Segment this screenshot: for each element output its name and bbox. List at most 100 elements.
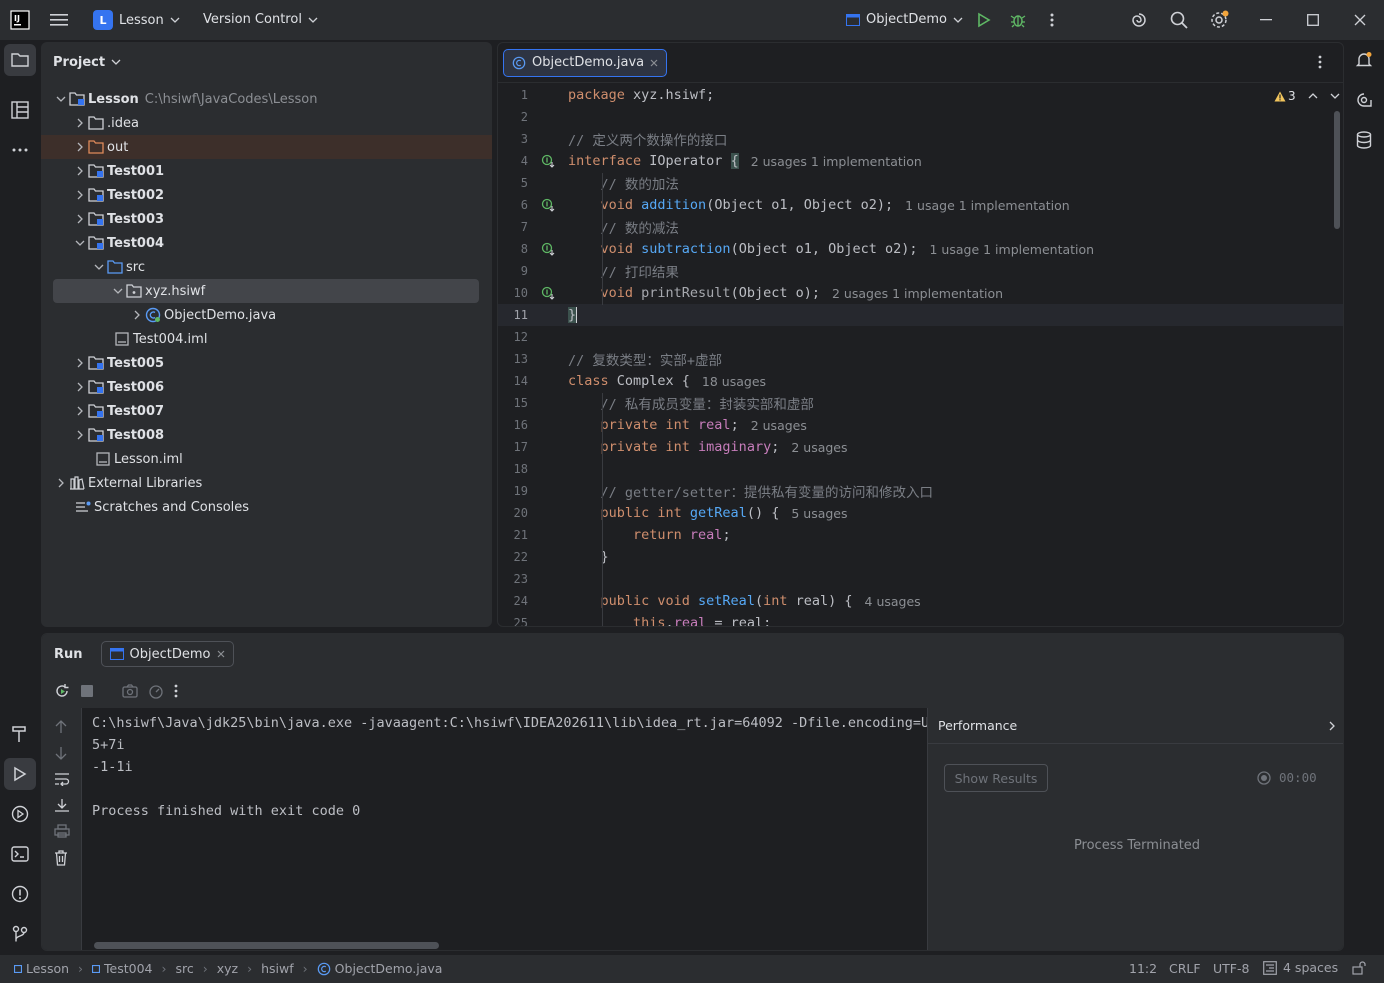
console-scrollbar[interactable] — [94, 942, 439, 949]
problems-tool-button[interactable] — [4, 878, 36, 910]
usage-hint[interactable]: 5 usages — [791, 506, 847, 521]
indent-settings[interactable]: 4 spaces — [1263, 960, 1338, 975]
chevron-right-icon[interactable] — [72, 427, 88, 443]
rerun-icon[interactable] — [54, 683, 70, 699]
tree-item-test002[interactable]: Test002 — [41, 183, 492, 207]
run-tab-objectdemo[interactable]: ObjectDemo — [100, 641, 234, 667]
chevron-right-icon[interactable] — [72, 379, 88, 395]
services-tool-button[interactable] — [4, 798, 36, 830]
tree-item-test004-iml[interactable]: Test004.iml — [41, 327, 492, 351]
stop-icon[interactable] — [80, 684, 94, 698]
tree-item-lesson-iml[interactable]: Lesson.iml — [41, 447, 492, 471]
code-line[interactable]: 21 return real; — [498, 524, 1343, 546]
tree-item-package[interactable]: xyz.hsiwf — [53, 279, 479, 303]
usage-hint[interactable]: 2 usages 1 implementation — [832, 286, 1003, 301]
breadcrumb-item[interactable]: hsiwf — [261, 961, 294, 976]
code-line[interactable]: 14 class Complex { 18 usages — [498, 370, 1343, 392]
chevron-down-icon[interactable] — [91, 259, 107, 275]
code-line[interactable]: 13 // 复数类型：实部+虚部 — [498, 348, 1343, 370]
tree-item-idea[interactable]: .idea — [41, 111, 492, 135]
usage-hint[interactable]: 2 usages — [791, 440, 847, 455]
breadcrumb-item[interactable]: Lesson — [14, 961, 69, 976]
code-line[interactable]: 24 public void setReal(int real) { 4 usa… — [498, 590, 1343, 612]
code-line[interactable]: 17 private int imaginary; 2 usages — [498, 436, 1343, 458]
tree-item-test006[interactable]: Test006 — [41, 375, 492, 399]
code-line[interactable]: 23 — [498, 568, 1343, 590]
code-line[interactable]: 15 // 私有成员变量：封装实部和虚部 — [498, 392, 1343, 414]
project-tool-button[interactable] — [4, 44, 36, 76]
close-icon[interactable] — [650, 59, 658, 67]
code-line[interactable]: 18 — [498, 458, 1343, 480]
tree-item-objectdemo[interactable]: ObjectDemo.java — [41, 303, 492, 327]
code-line[interactable]: 8 void subtraction(Object o1, Object o2)… — [498, 238, 1343, 260]
console-output[interactable]: C:\hsiwf\Java\jdk25\bin\java.exe -javaag… — [92, 712, 927, 822]
maximize-button[interactable] — [1297, 4, 1329, 36]
code-line[interactable]: 25 this.real = real; — [498, 612, 1343, 626]
database-button[interactable] — [1348, 124, 1380, 156]
tree-item-src[interactable]: src — [41, 255, 492, 279]
main-menu-icon[interactable] — [43, 4, 75, 36]
implemented-gutter-icon[interactable] — [528, 286, 568, 300]
build-tool-button[interactable] — [4, 718, 36, 750]
code-line[interactable]: 7 // 数的减法 — [498, 216, 1343, 238]
tree-item-test005[interactable]: Test005 — [41, 351, 492, 375]
tree-item-test001[interactable]: Test001 — [41, 159, 492, 183]
tree-item-test008[interactable]: Test008 — [41, 423, 492, 447]
usage-hint[interactable]: 2 usages — [751, 418, 807, 433]
performance-header[interactable]: Performance — [928, 708, 1343, 744]
usage-hint[interactable]: 2 usages 1 implementation — [751, 154, 922, 169]
structure-tool-button[interactable] — [4, 94, 36, 126]
chevron-right-icon[interactable] — [72, 355, 88, 371]
run-tool-button[interactable] — [4, 758, 36, 790]
code-line[interactable]: 6 void addition(Object o1, Object o2); 1… — [498, 194, 1343, 216]
more-actions-button[interactable] — [1036, 4, 1068, 36]
code-line[interactable]: 12 — [498, 326, 1343, 348]
usage-hint[interactable]: 1 usage 1 implementation — [905, 198, 1070, 213]
code-line[interactable]: 19 // getter/setter：提供私有变量的访问和修改入口 — [498, 480, 1343, 502]
tree-item-test007[interactable]: Test007 — [41, 399, 492, 423]
chevron-right-icon[interactable] — [53, 475, 69, 491]
arrow-down-icon[interactable] — [55, 746, 67, 760]
tree-item-scratches[interactable]: Scratches and Consoles — [41, 495, 492, 519]
code-line[interactable]: 2 — [498, 106, 1343, 128]
chevron-down-icon[interactable] — [53, 91, 69, 107]
breadcrumb-item[interactable]: src — [176, 961, 194, 976]
show-results-button[interactable]: Show Results — [944, 764, 1048, 792]
implemented-gutter-icon[interactable] — [528, 242, 568, 256]
settings-button[interactable] — [1203, 4, 1235, 36]
run-button[interactable] — [968, 4, 1000, 36]
chevron-right-icon[interactable] — [72, 163, 88, 179]
tree-item-test004[interactable]: Test004 — [41, 231, 492, 255]
version-control-menu[interactable]: Version Control — [203, 12, 318, 27]
trash-icon[interactable] — [54, 850, 68, 866]
tree-item-external-libraries[interactable]: External Libraries — [41, 471, 492, 495]
breadcrumb-item[interactable]: ObjectDemo.java — [317, 961, 442, 976]
chevron-right-icon[interactable] — [72, 211, 88, 227]
minimize-button[interactable] — [1250, 4, 1282, 36]
project-selector[interactable]: L Lesson — [93, 10, 180, 30]
code-line[interactable]: 16 private int real; 2 usages — [498, 414, 1343, 436]
tree-item-lesson[interactable]: Lesson C:\hsiwf\JavaCodes\Lesson — [41, 87, 492, 111]
code-line[interactable]: 20 public int getReal() { 5 usages — [498, 502, 1343, 524]
editor-tab-objectdemo[interactable]: ObjectDemo.java — [503, 48, 668, 77]
usage-hint[interactable]: 4 usages — [865, 594, 921, 609]
caret-position[interactable]: 11:2 — [1129, 961, 1157, 976]
editor-options-button[interactable] — [1318, 55, 1322, 69]
chevron-right-icon[interactable] — [72, 403, 88, 419]
run-config-selector[interactable]: ObjectDemo — [846, 12, 963, 27]
code-line[interactable]: 5 // 数的加法 — [498, 172, 1343, 194]
project-panel-header[interactable]: Project — [41, 42, 492, 82]
close-window-button[interactable] — [1344, 4, 1376, 36]
tree-item-out[interactable]: out — [41, 135, 492, 159]
git-tool-button[interactable] — [4, 918, 36, 950]
chevron-right-icon[interactable] — [72, 187, 88, 203]
implemented-gutter-icon[interactable] — [528, 154, 568, 168]
code-line[interactable]: 1 package xyz.hsiwf; — [498, 84, 1343, 106]
chevron-down-icon[interactable] — [72, 235, 88, 251]
soft-wrap-icon[interactable] — [54, 772, 70, 786]
arrow-up-icon[interactable] — [55, 720, 67, 734]
code-line[interactable]: 22 } — [498, 546, 1343, 568]
breadcrumb-item[interactable]: xyz — [217, 961, 238, 976]
usage-hint[interactable]: 18 usages — [702, 374, 766, 389]
chevron-right-icon[interactable] — [129, 307, 145, 323]
